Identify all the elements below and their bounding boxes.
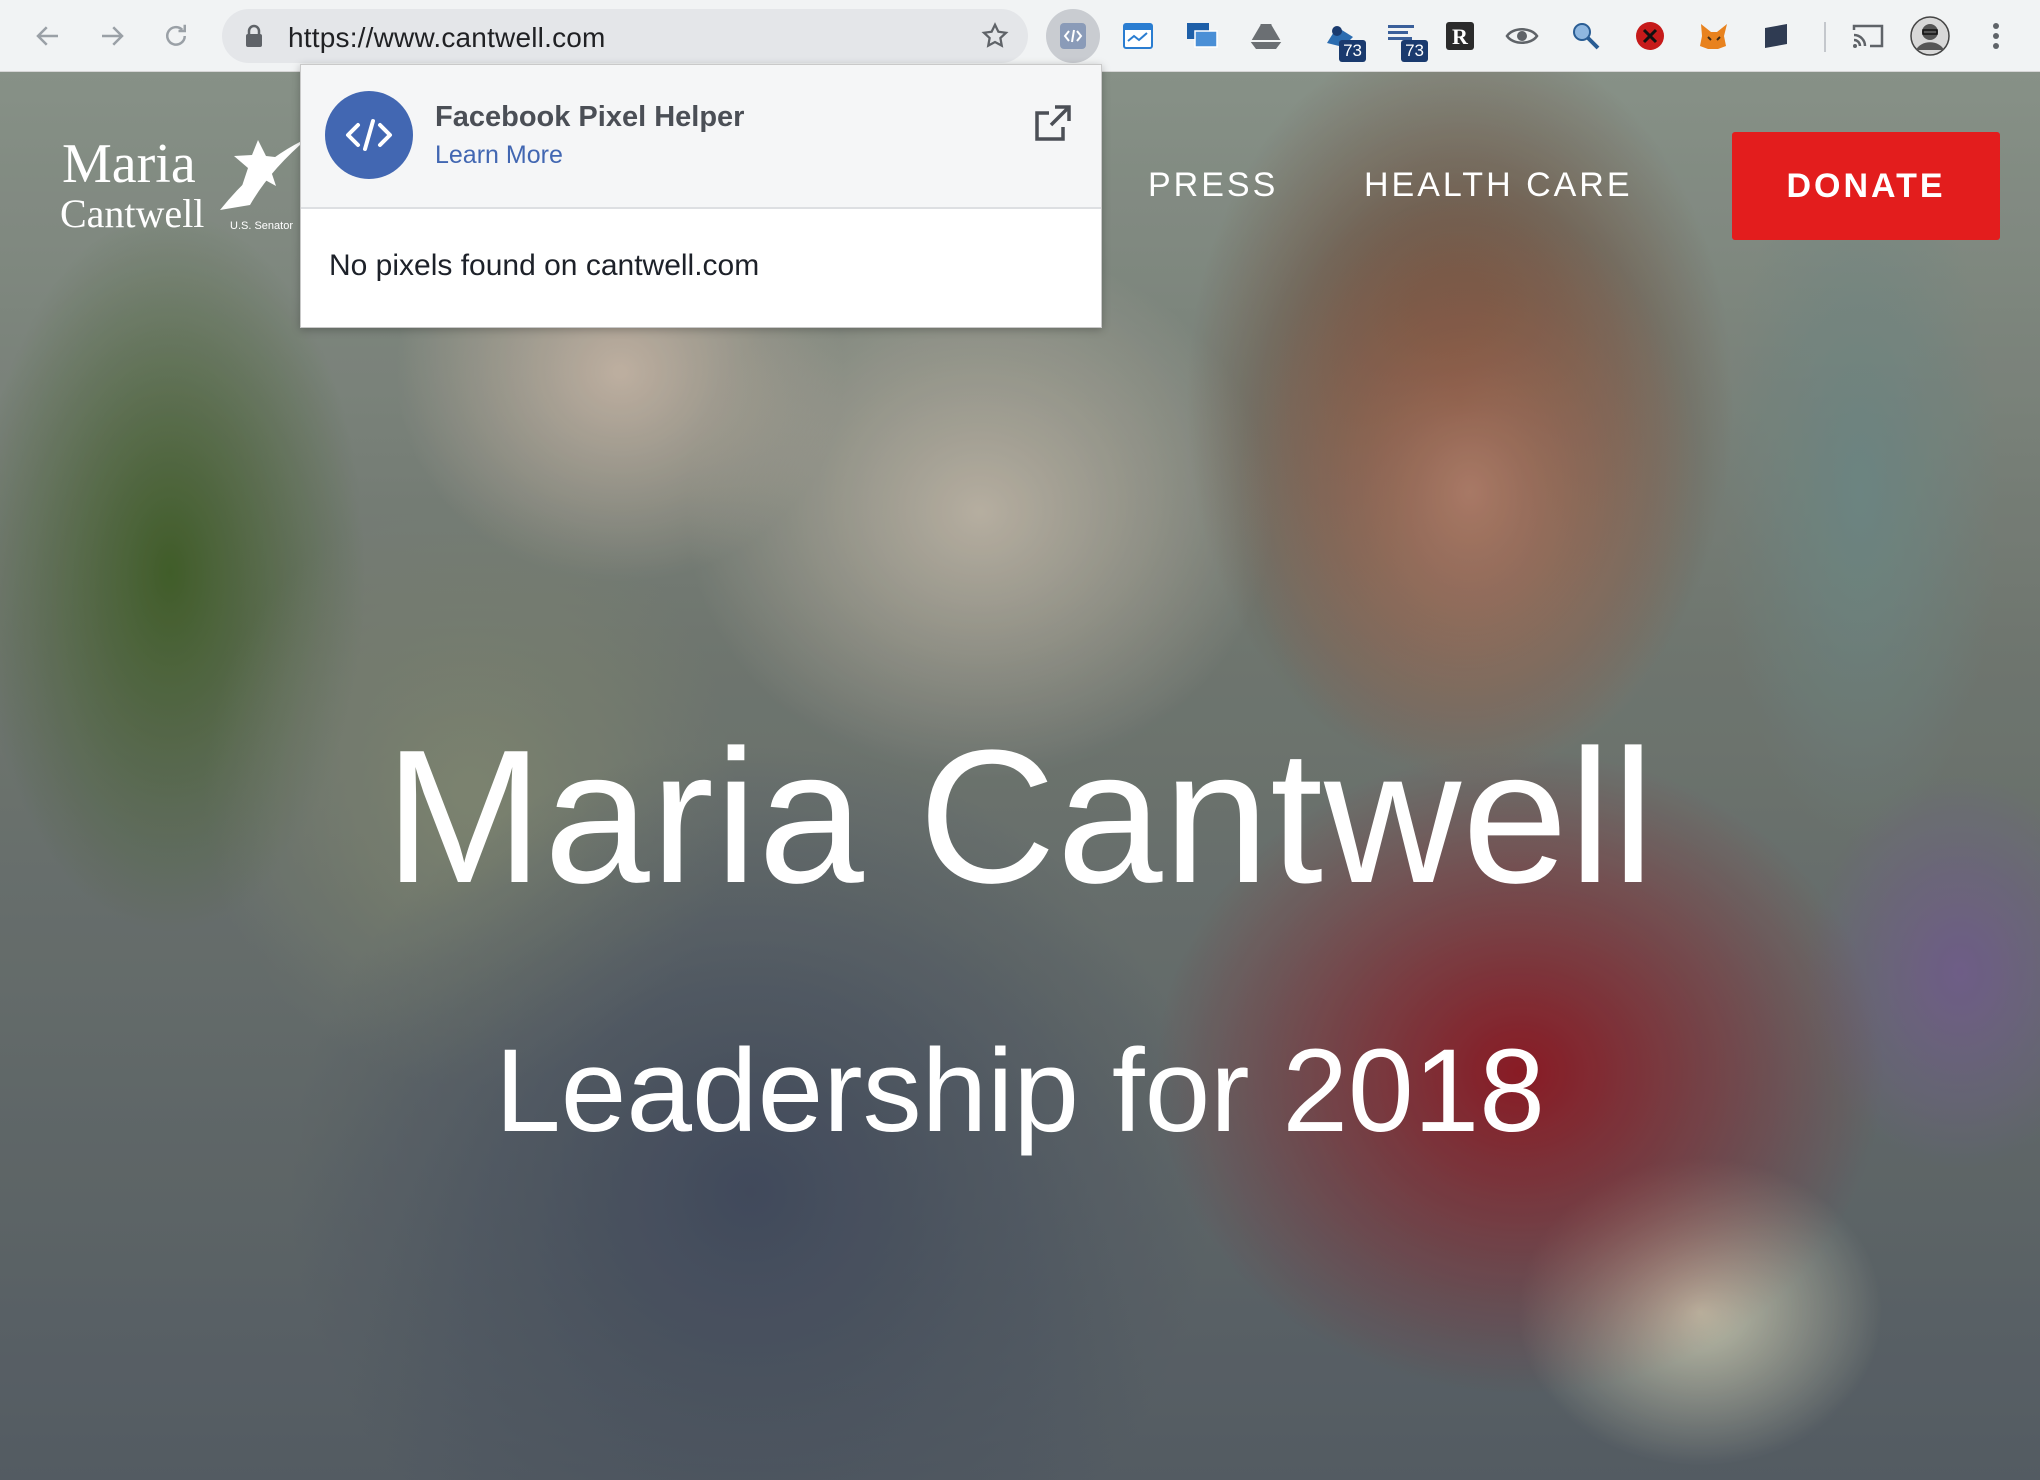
- learn-more-link[interactable]: Learn More: [435, 141, 563, 170]
- forward-button[interactable]: [90, 14, 134, 58]
- open-external-icon[interactable]: [1033, 103, 1073, 143]
- logo-star-swoosh-icon: [220, 138, 308, 210]
- code-brackets-icon: [346, 119, 392, 151]
- extension-r-icon[interactable]: R: [1440, 16, 1480, 56]
- blocker-icon[interactable]: [1630, 16, 1670, 56]
- extension-badge-count: 73: [1401, 40, 1428, 62]
- extension-badge-icon-2[interactable]: 73: [1382, 16, 1428, 62]
- metamask-fox-icon[interactable]: [1694, 16, 1734, 56]
- more-menu-icon: [1993, 23, 1999, 49]
- cast-icon: [1852, 24, 1884, 48]
- address-bar[interactable]: https://www.cantwell.com: [222, 9, 1028, 63]
- extension-window-icon[interactable]: [1118, 16, 1158, 56]
- lock-icon: [246, 24, 262, 47]
- pixel-helper-icon: [1060, 23, 1086, 49]
- extension-badge-icon-1[interactable]: 73: [1320, 16, 1366, 62]
- nav-health-care[interactable]: HEALTH CARE: [1364, 166, 1633, 205]
- site-logo[interactable]: Maria Cantwell U.S. Senator: [60, 130, 308, 260]
- extension-screens-icon[interactable]: [1182, 16, 1222, 56]
- browser-toolbar: https://www.cantwell.com 73 73 R: [0, 0, 2040, 72]
- back-button[interactable]: [26, 14, 70, 58]
- drive-icon[interactable]: [1246, 16, 1286, 56]
- more-menu-button[interactable]: [1976, 16, 2016, 56]
- pixel-helper-logo: [325, 91, 413, 179]
- pixel-helper-popup: Facebook Pixel Helper Learn More No pixe…: [300, 64, 1102, 328]
- popup-header: Facebook Pixel Helper Learn More: [301, 65, 1101, 209]
- back-arrow-icon: [36, 26, 58, 46]
- logo-subtext: U.S. Senator: [230, 220, 293, 232]
- reload-icon: [166, 24, 186, 46]
- extension-badge-count: 73: [1339, 40, 1366, 62]
- url-text: https://www.cantwell.com: [288, 22, 606, 53]
- hero-subtitle: Leadership for 2018: [495, 1025, 1545, 1157]
- bookmark-star-icon[interactable]: [980, 21, 1010, 51]
- logo-text-last: Cantwell: [60, 191, 205, 236]
- reload-button[interactable]: [154, 14, 198, 58]
- extension-tablet-icon[interactable]: [1756, 16, 1796, 56]
- nav-press[interactable]: PRESS: [1148, 166, 1278, 205]
- donate-button[interactable]: DONATE: [1732, 132, 2000, 240]
- no-pixels-message: No pixels found on cantwell.com: [329, 249, 760, 282]
- logo-text-first: Maria: [62, 133, 196, 195]
- profile-avatar[interactable]: [1910, 16, 1950, 56]
- toolbar-divider: [1824, 22, 1826, 52]
- extension-search-icon[interactable]: [1566, 16, 1606, 56]
- pixel-helper-extension-button[interactable]: [1046, 9, 1100, 63]
- svg-text:R: R: [1452, 24, 1469, 49]
- forward-arrow-icon: [102, 26, 124, 46]
- eye-icon[interactable]: [1502, 16, 1542, 56]
- hero-title: Maria Cantwell: [384, 711, 1656, 923]
- popup-title: Facebook Pixel Helper: [435, 101, 745, 133]
- cast-button[interactable]: [1848, 16, 1888, 56]
